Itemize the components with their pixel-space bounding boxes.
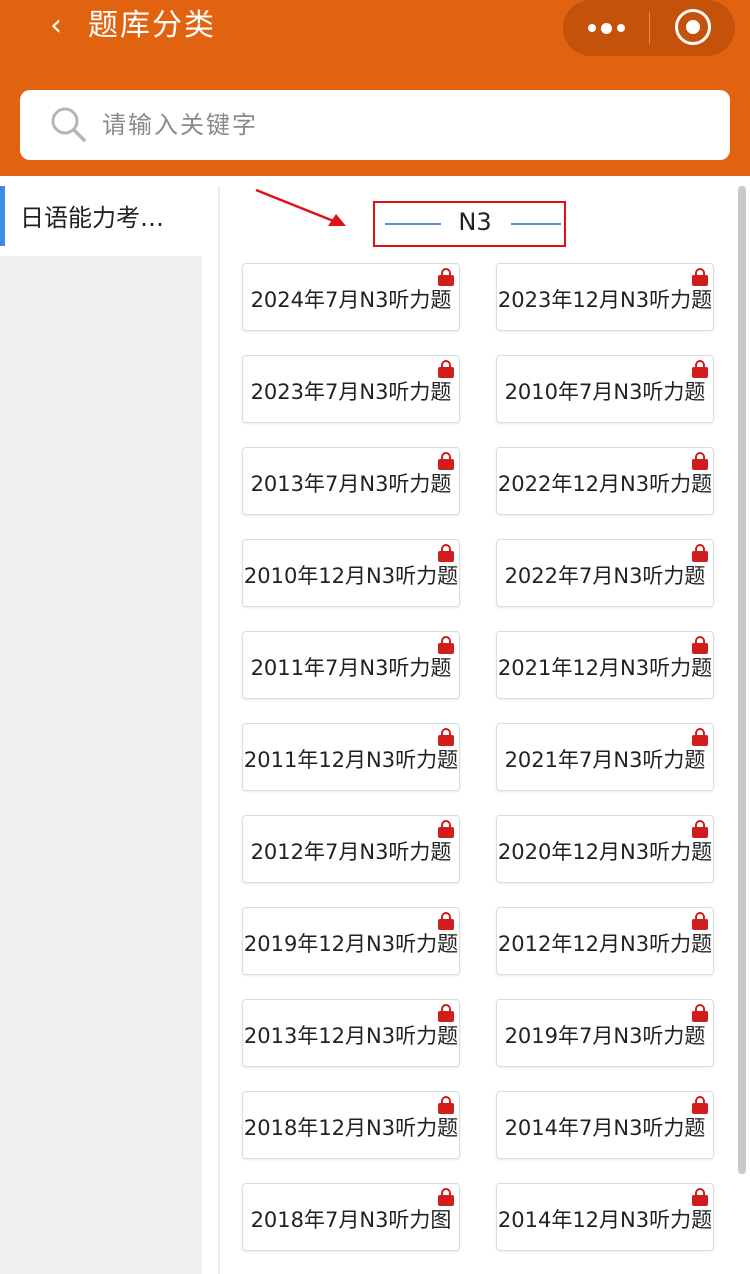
exam-card[interactable]: 2019年12月N3听力题: [242, 907, 460, 975]
exam-card[interactable]: 2011年12月N3听力题: [242, 723, 460, 791]
exam-card[interactable]: 2012年7月N3听力题: [242, 815, 460, 883]
exam-card[interactable]: 2021年12月N3听力题: [496, 631, 714, 699]
exam-card-label: 2010年12月N3听力题: [243, 564, 459, 588]
exam-card-label: 2019年12月N3听力题: [243, 932, 459, 956]
lock-icon: [438, 452, 454, 470]
lock-icon: [692, 360, 708, 378]
lock-icon: [438, 912, 454, 930]
exam-card[interactable]: 2019年7月N3听力题: [496, 999, 714, 1067]
exam-card-label: 2011年12月N3听力题: [243, 748, 459, 772]
exam-card[interactable]: 2020年12月N3听力题: [496, 815, 714, 883]
exam-card-label: 2022年7月N3听力题: [504, 564, 706, 588]
exam-card-label: 2018年7月N3听力图: [250, 1208, 452, 1232]
exam-card-label: 2019年7月N3听力题: [504, 1024, 706, 1048]
search-input[interactable]: [102, 90, 702, 160]
lock-icon: [438, 1096, 454, 1114]
exam-card-label: 2024年7月N3听力题: [250, 288, 452, 312]
lock-icon: [438, 636, 454, 654]
exam-card-label: 2012年7月N3听力题: [250, 840, 452, 864]
lock-icon: [692, 1096, 708, 1114]
lock-icon: [692, 1188, 708, 1206]
lock-icon: [438, 360, 454, 378]
section-heading: N3: [373, 201, 566, 247]
exam-card[interactable]: 2011年7月N3听力题: [242, 631, 460, 699]
lock-icon: [438, 1188, 454, 1206]
lock-icon: [438, 544, 454, 562]
lock-icon: [692, 636, 708, 654]
active-indicator: [0, 186, 5, 246]
mini-program-capsule: [563, 0, 735, 56]
search-icon: [51, 107, 86, 142]
lock-icon: [692, 912, 708, 930]
lock-icon: [692, 544, 708, 562]
heading-line-right: [511, 223, 561, 225]
exam-card[interactable]: 2021年7月N3听力题: [496, 723, 714, 791]
exam-card-label: 2023年7月N3听力题: [250, 380, 452, 404]
exam-card-label: 2010年7月N3听力题: [504, 380, 706, 404]
exam-card[interactable]: 2018年7月N3听力图: [242, 1183, 460, 1251]
exam-card-label: 2013年7月N3听力题: [250, 472, 452, 496]
exam-card[interactable]: 2024年7月N3听力题: [242, 263, 460, 331]
more-dots-icon[interactable]: [563, 0, 649, 56]
exam-card[interactable]: 2018年12月N3听力题: [242, 1091, 460, 1159]
scrollbar[interactable]: [738, 186, 746, 1174]
exam-card[interactable]: 2022年12月N3听力题: [496, 447, 714, 515]
lock-icon: [692, 820, 708, 838]
exam-card-label: 2021年12月N3听力题: [497, 656, 713, 680]
exam-card-label: 2021年7月N3听力题: [504, 748, 706, 772]
lock-icon: [692, 452, 708, 470]
exam-card-label: 2011年7月N3听力题: [250, 656, 452, 680]
sidebar-item-jlpt[interactable]: 日语能力考…: [0, 186, 202, 256]
exam-card-label: 2013年12月N3听力题: [243, 1024, 459, 1048]
target-close-icon[interactable]: [675, 9, 711, 45]
lock-icon: [438, 728, 454, 746]
annotation-arrow-icon: [255, 188, 346, 226]
exam-card-label: 2023年12月N3听力题: [497, 288, 713, 312]
lock-icon: [438, 820, 454, 838]
exam-card[interactable]: 2023年12月N3听力题: [496, 263, 714, 331]
search-bar: [20, 90, 730, 160]
capsule-divider: [649, 12, 650, 44]
exam-card[interactable]: 2023年7月N3听力题: [242, 355, 460, 423]
exam-card[interactable]: 2014年12月N3听力题: [496, 1183, 714, 1251]
chevron-left-icon[interactable]: ‹: [36, 6, 76, 46]
lock-icon: [692, 268, 708, 286]
exam-card[interactable]: 2013年7月N3听力题: [242, 447, 460, 515]
exam-card[interactable]: 2022年7月N3听力题: [496, 539, 714, 607]
exam-card-label: 2020年12月N3听力题: [497, 840, 713, 864]
content-divider: [218, 186, 220, 1274]
exam-card-label: 2022年12月N3听力题: [497, 472, 713, 496]
page-title: 题库分类: [88, 8, 216, 43]
top-bar: ‹ 题库分类: [0, 0, 750, 176]
exam-card[interactable]: 2010年7月N3听力题: [496, 355, 714, 423]
exam-card-label: 2012年12月N3听力题: [497, 932, 713, 956]
lock-icon: [692, 1004, 708, 1022]
heading-line-left: [385, 223, 441, 225]
lock-icon: [438, 268, 454, 286]
exam-card-label: 2014年7月N3听力题: [504, 1116, 706, 1140]
lock-icon: [438, 1004, 454, 1022]
exam-card-label: 2018年12月N3听力题: [243, 1116, 459, 1140]
section-title: N3: [458, 208, 492, 236]
lock-icon: [692, 728, 708, 746]
exam-card-label: 2014年12月N3听力题: [497, 1208, 713, 1232]
exam-card[interactable]: 2012年12月N3听力题: [496, 907, 714, 975]
exam-card[interactable]: 2010年12月N3听力题: [242, 539, 460, 607]
sidebar-item-label: 日语能力考…: [20, 204, 164, 232]
category-sidebar: 日语能力考…: [0, 186, 202, 1274]
exam-card[interactable]: 2014年7月N3听力题: [496, 1091, 714, 1159]
exam-card[interactable]: 2013年12月N3听力题: [242, 999, 460, 1067]
